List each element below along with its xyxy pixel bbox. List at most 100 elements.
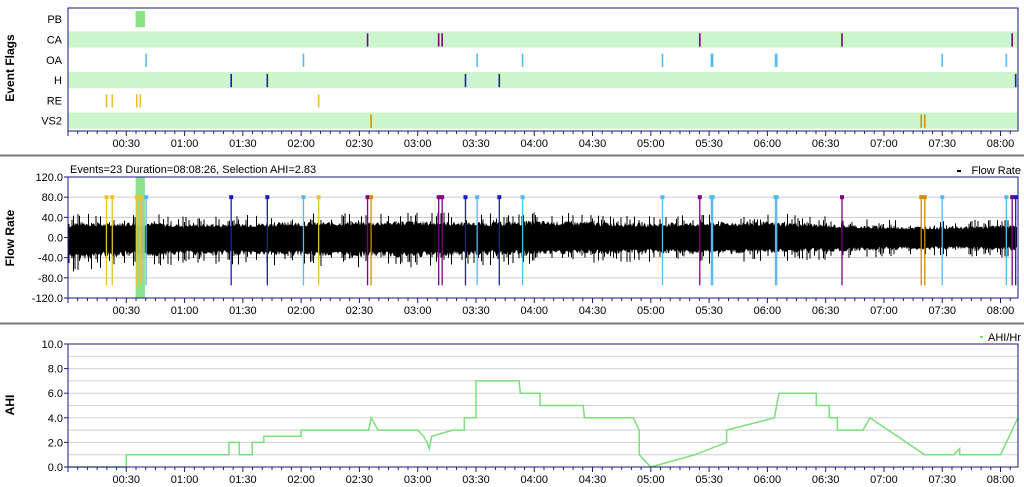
flow-event-head-ca — [839, 195, 844, 200]
time-tick-label: 08:00 — [987, 305, 1015, 317]
time-tick-label: 03:00 — [404, 305, 432, 317]
event-flags-panel: Event Flags PB CA OA H RE VS2 00:30 01:00 01:30… — [3, 7, 1019, 150]
flow-event-head-ca — [697, 195, 702, 200]
flow-ytick-label: 40.0 — [42, 212, 63, 224]
time-tick-label: 06:00 — [754, 474, 782, 486]
flow-event-head-re — [134, 195, 139, 200]
flow-event-head-oa — [1004, 195, 1009, 200]
time-tick-label: 03:30 — [462, 474, 490, 486]
time-tick-label: 05:00 — [637, 474, 665, 486]
time-tick-label: 04:00 — [520, 474, 548, 486]
flag-row-band — [68, 31, 1018, 48]
flow-event-head-oa — [774, 195, 779, 200]
charts-canvas: Event Flags PB CA OA H RE VS2 00:30 01:00 01:30… — [0, 7, 1024, 486]
flag-row-band — [68, 71, 1018, 89]
ahi-series-line — [68, 380, 1019, 468]
flow-event-head-re — [110, 195, 115, 200]
flow-ytick-label: -40.0 — [38, 253, 63, 265]
time-tick-label: 07:30 — [928, 138, 956, 150]
flow-ytick-label: 80.0 — [42, 192, 63, 204]
flow-event-head-oa — [660, 195, 665, 200]
ahi-ytick-label: 6.0 — [48, 388, 63, 400]
time-tick-label: 01:30 — [229, 305, 257, 317]
flow-event-head-vs2 — [369, 195, 374, 200]
time-tick-label: 02:30 — [346, 474, 374, 486]
time-tick-label: 04:00 — [520, 138, 548, 150]
ahi-ytick-label: 10.0 — [42, 339, 63, 351]
time-tick-label: 06:30 — [812, 138, 840, 150]
ahi-ytick-label: 0.0 — [48, 462, 63, 474]
flow-rate-legend: Flow Rate — [971, 165, 1021, 177]
flow-event-head-oa — [520, 195, 525, 200]
ahi-ylabel: AHI — [3, 395, 17, 416]
time-tick-label: 02:00 — [287, 305, 315, 317]
time-tick-label: 01:00 — [171, 305, 199, 317]
flow-event-head-vs2 — [922, 195, 927, 200]
time-tick-label: 05:30 — [695, 138, 723, 150]
time-tick-label: 02:30 — [346, 138, 374, 150]
time-tick-label: 03:30 — [462, 138, 490, 150]
ahi-legend-swatch — [980, 336, 983, 338]
time-tick-label: 04:30 — [579, 474, 607, 486]
ahi-ytick-label: 2.0 — [48, 437, 63, 449]
sleep-report-charts: Event Flags PB CA OA H RE VS2 00:30 01:00 01:30… — [0, 0, 1024, 487]
flow-event-head-oa — [475, 195, 480, 200]
time-tick-label: 03:30 — [462, 305, 490, 317]
flow-rate-header: Events=23 Duration=08:08:26, Selection A… — [70, 164, 316, 176]
ahi-panel: AHI AHI/Hr 10.0 8.0 6.0 4.0 2.0 0.0 00:30 01:0… — [3, 332, 1021, 486]
flag-row-band — [68, 112, 1018, 129]
time-tick-label: 07:00 — [870, 305, 898, 317]
flow-event-head-ca — [365, 195, 370, 200]
flow-event-head-h — [497, 195, 502, 200]
ahi-legend: AHI/Hr — [988, 332, 1021, 344]
time-tick-label: 06:00 — [754, 305, 782, 317]
time-tick-label: 03:00 — [404, 138, 432, 150]
flow-event-head-re — [138, 195, 143, 200]
flow-event-head-oa — [144, 195, 149, 200]
time-tick-label: 07:30 — [928, 474, 956, 486]
time-tick-label: 07:00 — [870, 138, 898, 150]
time-tick-label: 02:00 — [287, 474, 315, 486]
event-flags-ylabel: Event Flags — [3, 34, 17, 102]
time-tick-label: 05:30 — [695, 305, 723, 317]
flow-event-head-oa — [940, 195, 945, 200]
time-tick-label: 08:00 — [987, 138, 1015, 150]
flow-event-head-oa — [710, 195, 715, 200]
time-tick-label: 01:00 — [171, 138, 199, 150]
time-tick-label: 03:00 — [404, 474, 432, 486]
ahi-ytick-label: 8.0 — [48, 364, 63, 376]
flow-ytick-label: 0.0 — [48, 233, 63, 245]
flag-row-label: OA — [46, 55, 63, 67]
flow-event-head-h — [229, 195, 234, 200]
flow-rate-ylabel: Flow Rate — [3, 209, 17, 266]
time-tick-label: 07:00 — [870, 474, 898, 486]
time-tick-label: 02:30 — [346, 305, 374, 317]
time-tick-label: 05:00 — [637, 138, 665, 150]
flow-event-head-re — [104, 195, 109, 200]
flow-event-head-h — [265, 195, 270, 200]
time-tick-label: 06:30 — [812, 305, 840, 317]
flow-ytick-label: -80.0 — [38, 273, 63, 285]
flow-event-head-ca — [1010, 195, 1015, 200]
time-tick-label: 02:00 — [287, 138, 315, 150]
time-tick-label: 04:30 — [579, 305, 607, 317]
time-tick-label: 01:30 — [229, 138, 257, 150]
flow-rate-legend-swatch — [957, 170, 961, 172]
time-tick-label: 00:30 — [113, 138, 141, 150]
time-tick-label: 04:00 — [520, 305, 548, 317]
time-tick-label: 01:30 — [229, 474, 257, 486]
time-tick-label: 06:30 — [812, 474, 840, 486]
flow-ytick-label: -120.0 — [32, 293, 63, 305]
flow-rate-panel: Flow Rate Events=23 Duration=08:08:26, S… — [3, 164, 1021, 317]
flow-event-head-vs2 — [919, 195, 924, 200]
flow-event-head-ca — [436, 195, 441, 200]
time-tick-label: 04:30 — [579, 138, 607, 150]
time-tick-label: 01:00 — [171, 474, 199, 486]
time-tick-label: 00:30 — [113, 305, 141, 317]
flag-row-label: PB — [47, 14, 62, 26]
flow-event-head-oa — [301, 195, 306, 200]
flow-event-head-h — [1013, 195, 1018, 200]
time-tick-label: 05:00 — [637, 305, 665, 317]
flag-row-label: CA — [47, 34, 63, 46]
time-tick-label: 07:30 — [928, 305, 956, 317]
